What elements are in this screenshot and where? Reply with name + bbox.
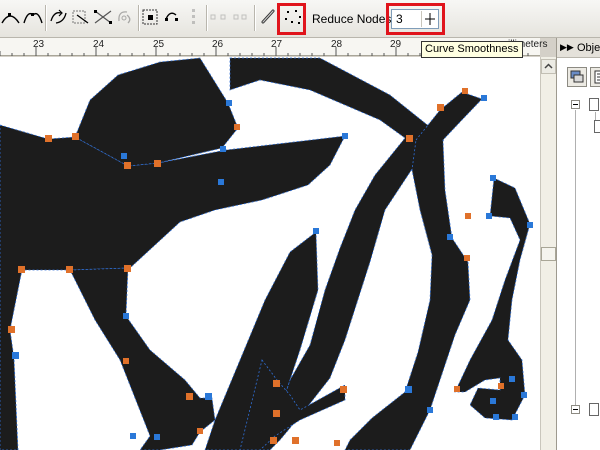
reflect-nodes-horizontally-icon <box>165 12 178 21</box>
ruler-label: 28 <box>331 39 343 50</box>
tree-collapse-toggle[interactable] <box>571 405 580 414</box>
property-bar: Reduce Nodes 3 <box>0 0 600 38</box>
layers-icon <box>570 70 584 83</box>
docker-body <box>557 58 600 450</box>
object-manager-docker: ▶▶ Obje <box>556 38 600 450</box>
vertical-scrollbar[interactable] <box>540 57 556 450</box>
stretch-scale-nodes-icon <box>94 10 112 24</box>
make-smooth-icon <box>1 13 20 24</box>
document-icon <box>594 70 600 84</box>
reduce-nodes-label: Reduce Nodes <box>312 12 392 26</box>
double-chevron-right-icon[interactable]: ▶▶ <box>560 42 574 53</box>
toolbar-separator <box>206 5 207 31</box>
highlight-frame <box>386 3 445 35</box>
align-nodes-button[interactable] <box>140 4 162 30</box>
reflect-nodes-button[interactable] <box>162 4 184 30</box>
toolbar-separator <box>45 5 46 31</box>
extract-subpath-icon <box>72 10 89 24</box>
ruler-label: 24 <box>93 39 105 50</box>
scrollbar-thumb[interactable] <box>541 247 556 261</box>
make-symmetrical-button[interactable] <box>22 4 44 30</box>
scroll-up-button[interactable] <box>541 59 556 74</box>
reflect-nodes-vertically-icon <box>192 9 195 24</box>
rotate-skew-nodes-button[interactable] <box>114 4 136 30</box>
reflect-nodes-vertically-button[interactable] <box>184 4 206 30</box>
elastic-mode-icon <box>210 14 226 20</box>
ruler-label: 26 <box>212 39 224 50</box>
page-icon <box>594 120 600 133</box>
tree-connector <box>575 110 576 406</box>
ruler-label: 27 <box>271 39 283 50</box>
page-icon <box>589 403 599 416</box>
ruler-label: 29 <box>390 39 402 50</box>
ruler-label: 25 <box>153 39 165 50</box>
page-icon <box>589 98 599 111</box>
reverse-curve-direction-button[interactable] <box>48 4 70 30</box>
make-smooth-button[interactable] <box>0 4 22 30</box>
elastic-mode-button[interactable] <box>208 4 230 30</box>
curve-artwork[interactable] <box>0 57 540 450</box>
curve-smoothness-tooltip: Curve Smoothness <box>421 41 523 58</box>
docker-title: Obje <box>577 42 600 54</box>
align-nodes-icon <box>142 9 158 25</box>
stretch-scale-nodes-button[interactable] <box>92 4 114 30</box>
docker-header[interactable]: ▶▶ Obje <box>557 38 600 58</box>
make-symmetrical-icon <box>23 12 43 24</box>
ruler-label: 23 <box>33 39 45 50</box>
extract-subpath-button[interactable] <box>70 4 92 30</box>
rotate-skew-nodes-icon <box>118 11 131 24</box>
layer-manager-view-button[interactable] <box>567 67 587 87</box>
toolbar-separator <box>138 5 139 31</box>
toolbar-separator <box>254 5 255 31</box>
new-layer-button[interactable] <box>590 67 600 87</box>
node-option-button[interactable] <box>230 4 252 30</box>
tree-collapse-toggle[interactable] <box>571 100 580 109</box>
node-option-icon <box>233 14 247 20</box>
arrow-up-icon <box>544 63 553 69</box>
reverse-curve-direction-icon <box>50 9 67 24</box>
highlight-frame <box>277 3 306 35</box>
drawing-canvas[interactable] <box>0 57 540 450</box>
